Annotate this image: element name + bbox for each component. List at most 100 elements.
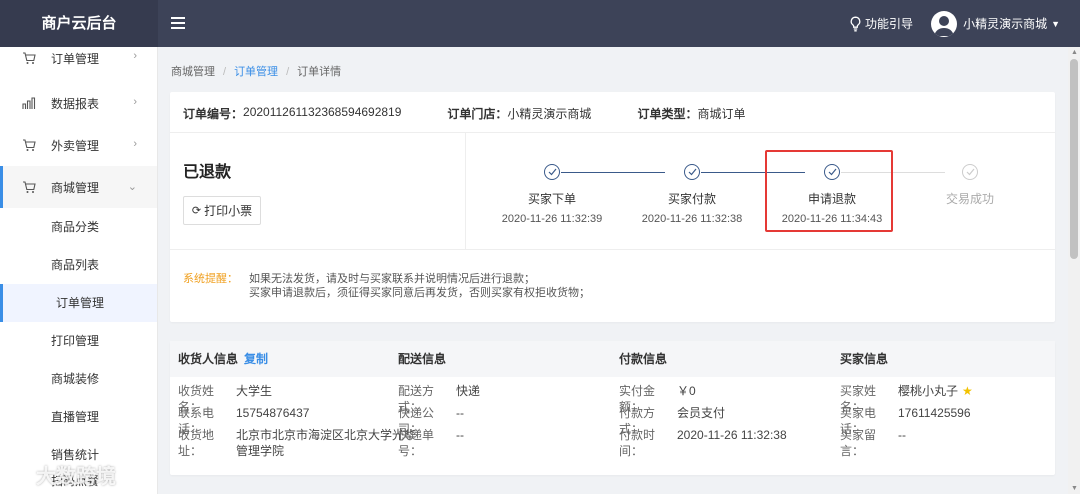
field-value: -- [456,406,464,420]
field-label: 联系电话： [178,406,215,436]
field-value: 17611425596 [898,406,971,420]
field-label: 买家电话： [840,406,877,436]
field-value: 大学生 [236,384,273,398]
step-name: 交易成功 [945,192,994,206]
check-circle-icon [684,164,700,180]
field-label: 付款方式： [619,406,656,436]
breadcrumb: 商城管理 / 订单管理 / 订单详情 [171,66,342,78]
top-bar: 商户云后台 功能引导 小精灵演示商城 ▼ [0,0,1080,47]
sidebar-item-label: 商城管理 [51,180,100,195]
field-value: ￥0 [677,384,696,398]
order-detail-card: 订单编号： 20201126113236859469281​9 订单门店： 小精… [170,92,1055,322]
sidebar-sub-orders[interactable]: 订单管理 [0,284,157,322]
order-store: 小精灵演示商城 [507,107,592,121]
order-progress: 买家下单 2020-11-26 11:32:39 买家付款 2020-11-26… [466,152,1055,242]
sidebar-item-label: 外卖管理 [51,138,100,153]
print-receipt-button[interactable]: ⟳ 打印小票 [183,196,261,225]
field-value: 快递 [456,384,481,398]
page-scrollbar[interactable]: ▲ ▼ [1068,47,1080,494]
field-value: 管理学院 [236,444,285,458]
sidebar-item-orders[interactable]: 订单管理 › [0,47,157,71]
chevron-down-icon: ▼ [1051,18,1060,29]
system-notice: 系统提醒： 如果无法发货，请及时与买家联系并说明情况后进行退款； 买家申请退款后… [183,272,590,300]
feature-guide-label: 功能引导 [865,17,914,31]
chevron-right-icon: › [133,50,137,62]
sidebar-item-mall[interactable]: 商城管理 ⌄ [0,166,157,208]
order-info-card: 收货人信息 复制 收货姓名： 大学生 联系电话： 15754876437 收货地址： 北… [170,341,1055,475]
sidebar-item-label: 数据报表 [51,96,100,111]
sidebar-item-label: 订单管理 [51,51,100,66]
field-value: 2020-11-26 11:32:38 [677,428,787,442]
notice-line: 买家申请退款后，须征得买家同意后再发货，否则买家有权拒收货物； [249,287,590,299]
step-paid: 买家付款 2020-11-26 11:32:38 [622,164,762,225]
field-value: -- [898,428,906,442]
field-label: 实付金额： [619,384,656,414]
order-store-label: 订单门店： [447,107,508,121]
step-name: 买家下单 [527,192,576,206]
field-label: 买家姓名： [840,384,877,414]
buyer-info: 买家信息 买家姓名： 樱桃小丸子 ★ 买家电话： 17611425596 买家留言： -… [840,341,973,458]
sidebar: 订单管理 › 数据报表 › 外卖管理 › 商城管理 ⌄ 商品分类 商品列表 订单… [0,47,158,494]
field-label: 买家留言： [840,428,877,458]
check-circle-icon [544,164,560,180]
order-type-label: 订单类型： [637,107,698,121]
order-no: 20201126113236859469281​9 [243,105,402,119]
step-name: 买家付款 [667,192,716,206]
cart-icon [22,51,36,65]
crown-icon: ★ [962,384,973,398]
scrollbar-thumb[interactable] [1070,59,1078,259]
sidebar-sub-print[interactable]: 打印管理 [0,322,157,360]
breadcrumb-orders[interactable]: 订单管理 [234,66,278,78]
app-title: 商户云后台 [0,0,158,47]
notice-label: 系统提醒： [183,273,238,285]
feature-guide-button[interactable]: 功能引导 [849,15,913,32]
payment-info: 付款信息 实付金额： ￥0 付款方式： 会员支付 付款时间： 2020-11-26 1… [619,341,787,458]
delivery-info: 配送信息 配送方式： 快递 快递公司： -- 快递单号： -- [398,341,481,458]
scroll-up-icon[interactable]: ▲ [1071,49,1078,56]
user-menu[interactable]: 小精灵演示商城 ▼ [931,10,1060,37]
sidebar-item-takeout[interactable]: 外卖管理 › [0,124,157,166]
field-value: 15754876437 [236,406,310,420]
receiver-info: 收货人信息 复制 收货姓名： 大学生 联系电话： 15754876437 收货地址： 北… [178,341,416,459]
buyer-title: 买家信息 [840,352,889,366]
payment-title: 付款信息 [619,352,668,366]
step-time: 2020-11-26 11:32:38 [641,213,743,225]
watermark: 大数跨境 [6,460,116,489]
menu-toggle-icon[interactable] [171,15,185,31]
field-value: 会员支付 [677,406,726,420]
breadcrumb-mall[interactable]: 商城管理 [171,66,215,78]
field-label: 收货地址： [178,428,215,458]
step-time: 2020-11-26 11:32:39 [501,213,603,225]
user-name: 小精灵演示商城 [963,17,1048,31]
field-value: -- [456,428,464,442]
print-receipt-label: 打印小票 [204,204,253,218]
order-no-label: 订单编号： [183,107,244,121]
notice-line: 如果无法发货，请及时与买家联系并说明情况后进行退款； [249,273,535,285]
check-circle-icon [962,164,978,180]
field-label: 快递公司： [398,406,435,436]
watermark-text: 大数跨境 [36,466,116,488]
avatar [931,10,958,37]
breadcrumb-current: 订单详情 [297,66,342,78]
scroll-down-icon[interactable]: ▼ [1071,485,1078,492]
chevron-down-icon: ⌄ [127,181,137,193]
bar-chart-icon [22,96,36,110]
field-value: 北京市北京市海淀区北京大学光华 [236,428,417,442]
cart-icon [22,180,36,194]
cart-icon [22,138,36,152]
copy-link[interactable]: 复制 [244,352,268,366]
sidebar-sub-category[interactable]: 商品分类 [0,208,157,246]
field-label: 收货姓名： [178,384,215,414]
sidebar-sub-live[interactable]: 直播管理 [0,398,157,436]
chevron-right-icon: › [133,96,137,108]
sidebar-sub-decor[interactable]: 商城装修 [0,360,157,398]
field-label: 付款时间： [619,428,656,458]
step-order-placed: 买家下单 2020-11-26 11:32:39 [482,164,622,225]
order-type: 商城订单 [697,107,746,121]
sidebar-item-reports[interactable]: 数据报表 › [0,82,157,124]
highlight-box [765,150,893,232]
field-value: 樱桃小丸子 [898,384,959,398]
receiver-title: 收货人信息 [178,352,239,366]
sidebar-sub-products[interactable]: 商品列表 [0,246,157,284]
chevron-right-icon: › [133,138,137,150]
